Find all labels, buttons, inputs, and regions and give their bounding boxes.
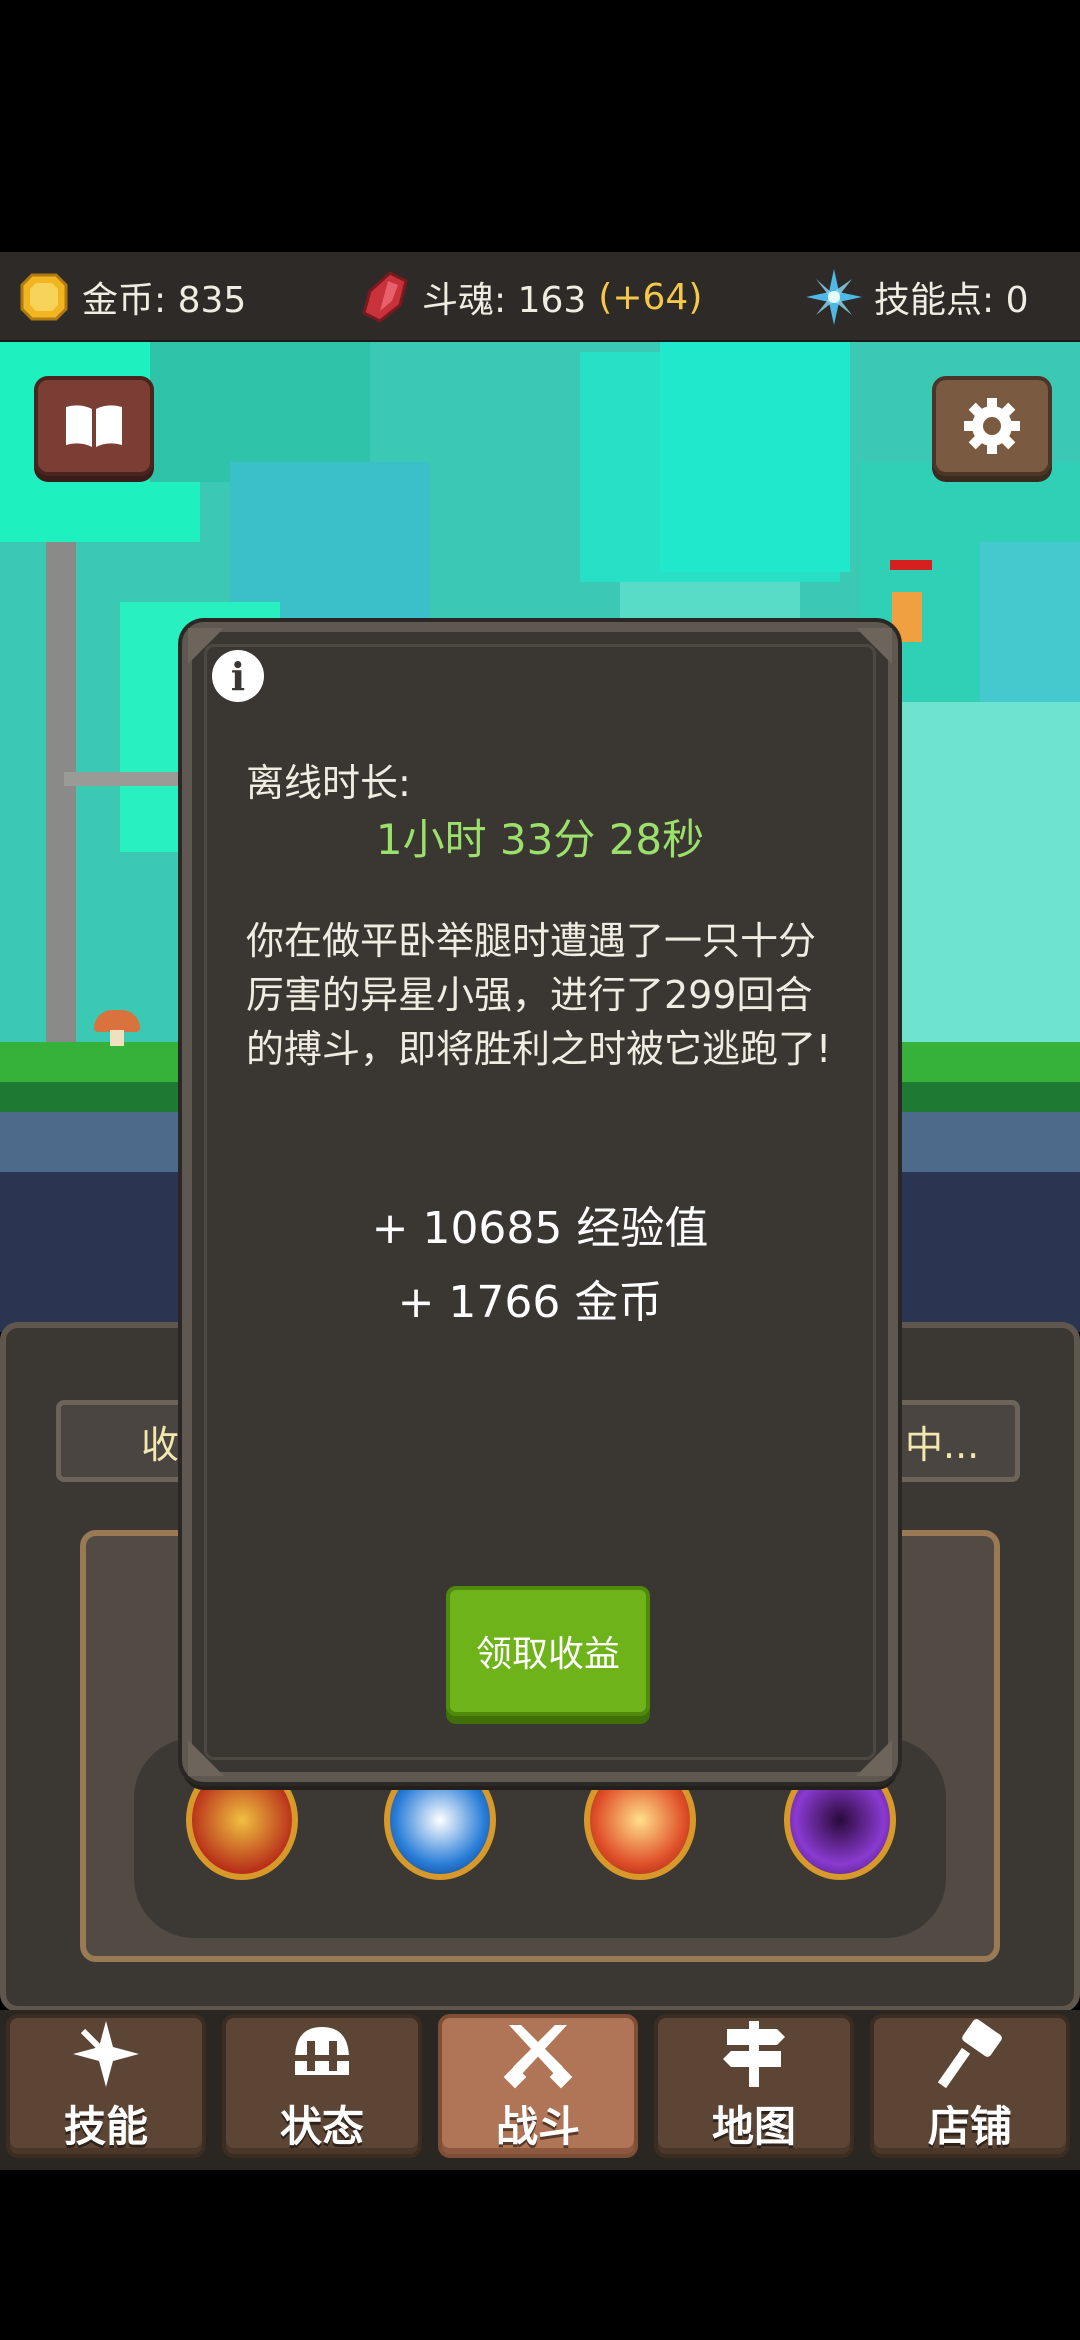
skill-points-value: 技能点: 0 xyxy=(874,280,1029,321)
nav-status-label: 状态 xyxy=(279,2101,364,2151)
book-icon xyxy=(66,405,122,447)
soul-counter: 斗魂: 163 (+64) xyxy=(360,270,702,324)
tab-right-label: 中... xyxy=(905,1422,980,1467)
info-icon[interactable]: i xyxy=(212,650,264,702)
nav-map[interactable]: 地图 xyxy=(654,2014,854,2158)
nav-status[interactable]: 状态 xyxy=(222,2014,422,2158)
gold-value: 金币: 835 xyxy=(82,280,247,321)
star-sparkle-icon xyxy=(806,269,862,325)
offline-duration-value: 1小时 33分 28秒 xyxy=(375,815,705,864)
tree-branch xyxy=(64,772,194,786)
tab-left-label: 收 xyxy=(141,1422,180,1467)
gold-reward: + 1766 金币 xyxy=(397,1277,663,1328)
gold-counter: 金币: 835 xyxy=(18,270,246,324)
soul-bonus: (+64) xyxy=(598,276,703,318)
mushroom xyxy=(94,1010,140,1032)
hammer-icon xyxy=(937,2018,1002,2088)
nav-shop-label: 店铺 xyxy=(927,2101,1012,2151)
nav-map-label: 地图 xyxy=(711,2101,796,2151)
tree-canopy xyxy=(150,342,370,482)
nav-battle[interactable]: 战斗 xyxy=(438,2014,638,2158)
gold-coin-icon xyxy=(20,273,68,321)
enemy-hp-bar xyxy=(890,560,932,570)
nav-battle-label: 战斗 xyxy=(495,2101,580,2151)
skill-points-counter: 技能点: 0 xyxy=(806,269,1029,325)
crossed-swords-icon xyxy=(503,2024,573,2088)
gear-icon xyxy=(964,398,1020,454)
nav-skills-label: 技能 xyxy=(63,2101,148,2151)
helmet-icon xyxy=(295,2026,349,2075)
soul-crystal-icon xyxy=(362,271,408,323)
soul-value: 斗魂: 163 xyxy=(422,280,587,321)
nav-skills[interactable]: 技能 xyxy=(6,2014,206,2158)
enemy-sprite xyxy=(892,592,922,642)
background-trees xyxy=(880,702,1080,1062)
journal-button[interactable] xyxy=(34,376,154,476)
claim-rewards-button[interactable]: 领取收益 xyxy=(446,1586,650,1716)
mushroom-stem xyxy=(110,1030,124,1046)
signpost-icon xyxy=(723,2020,785,2087)
tree-canopy xyxy=(660,342,850,572)
offline-story-text: 你在做平卧举腿时遭遇了一只十分厉害的异星小强，进行了299回合的搏斗，即将胜利之… xyxy=(246,919,832,1071)
resource-bar: 金币: 835 斗魂: 163 (+64) 技能点: 0 xyxy=(0,252,1080,344)
settings-button[interactable] xyxy=(932,376,1052,476)
exp-reward: + 10685 经验值 xyxy=(371,1203,709,1254)
nav-shop[interactable]: 店铺 xyxy=(870,2014,1070,2158)
sparkle-icon xyxy=(73,2020,139,2087)
offline-duration-label: 离线时长: xyxy=(246,761,411,805)
